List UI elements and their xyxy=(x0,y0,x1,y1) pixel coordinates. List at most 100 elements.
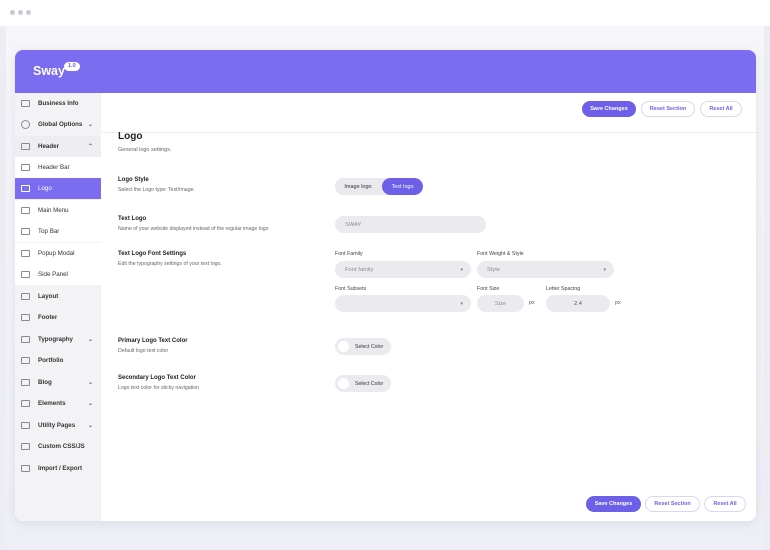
elements-icon xyxy=(21,400,30,407)
code-icon xyxy=(21,443,30,450)
logo-style-desc: Select the Logo type: Text/Image. xyxy=(118,187,195,193)
sidebar-item-portfolio[interactable]: Portfolio xyxy=(15,350,101,371)
letter-spacing-unit: px xyxy=(615,300,621,306)
global-options-icon xyxy=(21,120,30,129)
business-info-icon xyxy=(21,100,30,107)
secondary-color-label: Secondary Logo Text Color xyxy=(118,375,196,381)
sidebar-item-header-bar[interactable]: Header Bar xyxy=(15,157,101,178)
sidebar-item-logo[interactable]: Logo xyxy=(15,178,101,199)
version-badge: 1.0 xyxy=(64,62,80,71)
font-weight-select[interactable]: Style ▾ xyxy=(477,261,614,278)
chevron-up-icon: ⌃ xyxy=(87,144,93,150)
sidebar-item-top-bar[interactable]: Top Bar xyxy=(15,221,101,242)
portfolio-icon xyxy=(21,357,30,364)
sidebar-item-label: Popup Modal xyxy=(38,250,75,257)
primary-color-picker[interactable]: Select Color xyxy=(335,338,391,355)
brand-name: Sway xyxy=(33,64,65,78)
sidebar-item-footer[interactable]: Footer xyxy=(15,307,101,328)
window-dot-icon xyxy=(26,10,31,15)
logo-icon xyxy=(21,185,30,192)
color-swatch-icon xyxy=(338,341,349,352)
logo-style-toggle: Image logo Text logo xyxy=(335,178,423,195)
reset-all-button-bottom[interactable]: Reset All xyxy=(704,496,746,512)
sidebar-item-popup-modal[interactable]: Popup Modal xyxy=(15,243,101,264)
primary-color-label: Primary Logo Text Color xyxy=(118,338,188,344)
chevron-down-icon: ⌄ xyxy=(87,380,93,386)
font-size-input[interactable]: Size xyxy=(477,295,524,312)
main-menu-icon xyxy=(21,207,30,214)
reset-section-button-bottom[interactable]: Reset Section xyxy=(645,496,700,512)
color-swatch-icon xyxy=(338,378,349,389)
font-weight-label: Font Weight & Style xyxy=(477,251,524,257)
dropdown-caret-icon: ▾ xyxy=(460,266,463,273)
sidebar-item-label: Top Bar xyxy=(38,228,60,235)
sidebar-item-label: Main Menu xyxy=(38,207,69,214)
sidebar-item-header[interactable]: Header ⌃ xyxy=(15,136,101,157)
logo-style-label: Logo Style xyxy=(118,177,149,183)
dropdown-caret-icon: ▾ xyxy=(603,266,606,273)
save-changes-button-bottom[interactable]: Save Changes xyxy=(586,496,641,512)
popup-modal-icon xyxy=(21,250,30,257)
text-logo-option[interactable]: Text logo xyxy=(382,178,423,195)
top-bar-icon xyxy=(21,228,30,235)
chevron-down-icon: ⌄ xyxy=(87,423,93,429)
sidebar-item-label: Portfolio xyxy=(38,357,64,364)
sidebar-item-label: Custom CSS/JS xyxy=(38,443,85,450)
sidebar: Business Info Global Options ⌄ Header ⌃ … xyxy=(15,93,101,521)
text-logo-input[interactable]: SWAY xyxy=(335,216,486,233)
sidebar-item-layout[interactable]: Layout xyxy=(15,286,101,307)
font-settings-desc: Edit the typography settings of your tex… xyxy=(118,261,222,267)
settings-window: Sway 1.0 Business Info Global Options ⌄ … xyxy=(15,50,756,521)
primary-color-desc: Default logo text color xyxy=(118,348,169,354)
sidebar-item-label: Business Info xyxy=(38,100,79,107)
sidebar-item-typography[interactable]: Typography ⌄ xyxy=(15,329,101,350)
font-size-label: Font Size xyxy=(477,286,500,292)
sidebar-item-label: Logo xyxy=(38,185,52,192)
page-title: Logo xyxy=(118,131,143,142)
sidebar-item-main-menu[interactable]: Main Menu xyxy=(15,200,101,221)
sidebar-item-global-options[interactable]: Global Options ⌄ xyxy=(15,114,101,135)
sidebar-item-blog[interactable]: Blog ⌄ xyxy=(15,372,101,393)
sidebar-item-label: Elements xyxy=(38,400,66,407)
chevron-down-icon: ⌄ xyxy=(87,122,93,128)
select-color-label: Select Color xyxy=(355,343,384,350)
image-logo-option[interactable]: Image logo xyxy=(335,178,381,195)
sidebar-item-import-export[interactable]: Import / Export xyxy=(15,458,101,479)
font-settings-label: Text Logo Font Settings xyxy=(118,251,187,257)
secondary-color-desc: Logo text color for sticky navigation xyxy=(118,385,200,391)
sidebar-item-label: Import / Export xyxy=(38,465,83,472)
font-family-select[interactable]: Font family ▾ xyxy=(335,261,471,278)
font-subsets-label: Font Subsets xyxy=(335,286,367,292)
save-changes-button[interactable]: Save Changes xyxy=(582,101,636,117)
sidebar-item-elements[interactable]: Elements ⌄ xyxy=(15,393,101,414)
app-header: Sway 1.0 xyxy=(15,50,756,93)
reset-all-button[interactable]: Reset All xyxy=(700,101,742,117)
font-size-unit: px xyxy=(529,300,535,306)
secondary-color-picker[interactable]: Select Color xyxy=(335,375,391,392)
text-logo-desc: Name of your website displayed instead o… xyxy=(118,226,269,232)
letter-spacing-label: Letter Spacing xyxy=(546,286,581,292)
toolbar-divider xyxy=(101,132,756,133)
font-weight-placeholder: Style xyxy=(487,266,500,273)
side-panel-icon xyxy=(21,271,30,278)
header-icon xyxy=(21,143,30,150)
typography-icon xyxy=(21,336,30,343)
sidebar-item-label: Header xyxy=(38,143,59,150)
sidebar-item-business-info[interactable]: Business Info xyxy=(15,93,101,114)
sidebar-item-utility-pages[interactable]: Utility Pages ⌄ xyxy=(15,415,101,436)
dropdown-caret-icon: ▾ xyxy=(460,300,463,307)
utility-pages-icon xyxy=(21,422,30,429)
footer-icon xyxy=(21,314,30,321)
font-family-placeholder: Font family xyxy=(345,266,374,273)
sidebar-item-label: Header Bar xyxy=(38,164,70,171)
reset-section-button[interactable]: Reset Section xyxy=(641,101,695,117)
sidebar-item-label: Global Options xyxy=(38,121,83,128)
sidebar-item-label: Layout xyxy=(38,293,59,300)
window-dot-icon xyxy=(18,10,23,15)
font-subsets-select[interactable]: ▾ xyxy=(335,295,471,312)
import-export-icon xyxy=(21,465,30,472)
letter-spacing-input[interactable]: 2.4 xyxy=(546,295,610,312)
sidebar-item-custom-css-js[interactable]: Custom CSS/JS xyxy=(15,436,101,457)
sidebar-item-side-panel[interactable]: Side Panel xyxy=(15,264,101,285)
page-subtitle: General logo settings. xyxy=(118,147,172,153)
